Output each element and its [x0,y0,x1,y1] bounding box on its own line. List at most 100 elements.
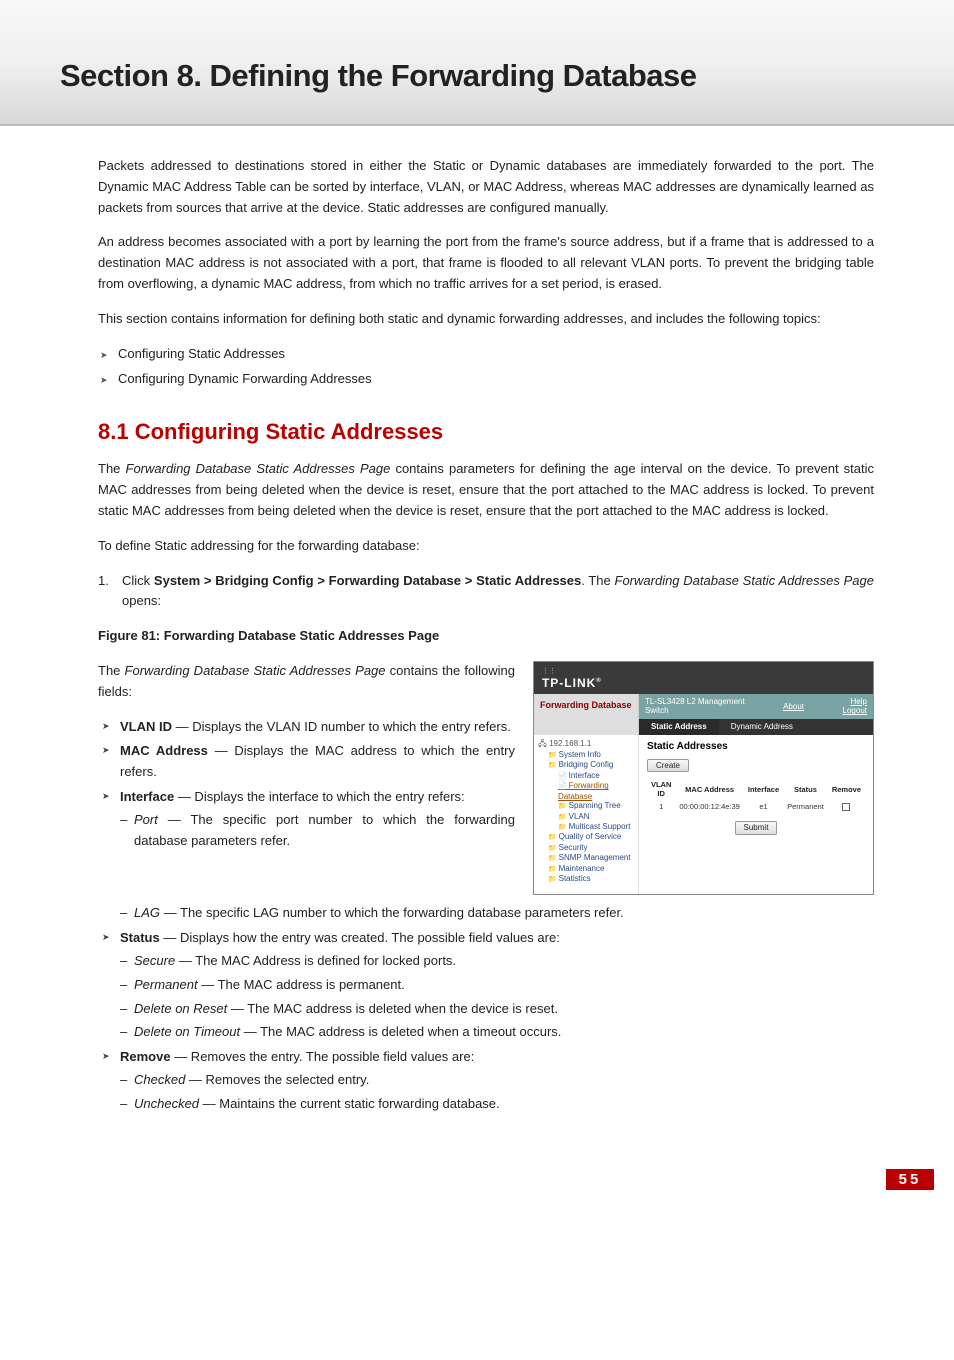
shot-help-link[interactable]: Help [843,697,867,707]
field-mac: MAC Address — Displays the MAC address t… [98,741,515,783]
status-permanent: Permanent — The MAC address is permanent… [120,975,874,996]
shot-table: VLAN ID MAC Address Interface Status Rem… [647,778,865,813]
sub-label: Checked [134,1072,185,1087]
page-content: Packets addressed to destinations stored… [0,126,954,1139]
steps-list: 1. Click System > Bridging Config > Forw… [98,571,874,613]
field-label: MAC Address [120,743,208,758]
shot-create-button[interactable]: Create [647,759,689,773]
text: The [98,461,126,476]
paragraph-1: Packets addressed to destinations stored… [98,156,874,218]
tree-root[interactable]: 🖧 192.168.1.1 [538,739,634,749]
field-remove: Remove — Removes the entry. The possible… [98,1047,874,1114]
shot-nav-tree: 🖧 192.168.1.1 System Info Bridging Confi… [534,735,639,895]
topic-item: Configuring Dynamic Forwarding Addresses [98,369,874,390]
sub-label: Secure [134,953,175,968]
field-label: VLAN ID [120,719,172,734]
tree-security[interactable]: Security [548,843,634,853]
page-ref: Forwarding Database Static Addresses Pag… [615,573,874,588]
sub-label: Delete on Reset [134,1001,227,1016]
shot-tab-static[interactable]: Static Address [639,719,719,735]
field-desc: — Displays the interface to which the en… [174,789,464,804]
field-vlan: VLAN ID — Displays the VLAN ID number to… [98,717,515,738]
shot-main-heading: Static Addresses [647,741,865,753]
tree-forwarding-db[interactable]: Forwarding Database [558,781,634,801]
sub-label: LAG [134,905,160,920]
page-number: 55 [886,1169,934,1190]
cell-iface: e1 [744,800,783,813]
sub-label: Permanent [134,977,198,992]
tree-vlan[interactable]: VLAN [558,812,634,822]
field-interface: Interface — Displays the interface to wh… [98,787,515,851]
tree-qos[interactable]: Quality of Service [548,832,634,842]
shot-sidebar-title: Forwarding Database [534,694,639,735]
status-delete-timeout: Delete on Timeout — The MAC address is d… [120,1022,874,1043]
col-mac: MAC Address [675,778,743,800]
paragraph-2: An address becomes associated with a por… [98,232,874,294]
sub-label: Port [134,812,158,827]
step-1: 1. Click System > Bridging Config > Forw… [98,571,874,613]
shot-tabs: Static Address Dynamic Address [639,719,873,735]
paragraph-4: The Forwarding Database Static Addresses… [98,459,874,521]
col-status: Status [783,778,828,800]
field-interface-cont: LAG — The specific LAG number to which t… [98,903,874,924]
cell-vlan: 1 [647,800,675,813]
table-row: 1 00:00:00:12:4e:39 e1 Permanent [647,800,865,813]
menu-path: System > Bridging Config > Forwarding Da… [154,573,581,588]
tree-multicast[interactable]: Multicast Support [558,822,634,832]
page-ref: Forwarding Database Static Addresses Pag… [125,663,386,678]
tree-spanning[interactable]: Spanning Tree [558,801,634,811]
sub-desc: — The MAC Address is defined for locked … [175,953,456,968]
field-label: Interface [120,789,174,804]
sub-desc: — Removes the selected entry. [185,1072,369,1087]
tree-maintenance[interactable]: Maintenance [548,864,634,874]
col-remove: Remove [828,778,865,800]
col-vlan: VLAN ID [647,778,675,800]
shot-product-line1: TL-SL3428 L2 Management [645,697,745,707]
shot-logout-link[interactable]: Logout [843,706,867,716]
page-ref: Forwarding Database Static Addresses Pag… [126,461,391,476]
status-secure: Secure — The MAC Address is defined for … [120,951,874,972]
topic-list: Configuring Static Addresses Configuring… [98,344,874,391]
cell-remove [828,800,865,813]
shot-logo: TP-LINK® [542,676,865,690]
shot-titlebar: TL-SL3428 L2 Management Switch About Hel… [639,694,873,719]
field-desc: — Displays the VLAN ID number to which t… [172,719,511,734]
figure-caption: Figure 81: Forwarding Database Static Ad… [98,626,874,647]
paragraph-3: This section contains information for de… [98,309,874,330]
tree-statistics[interactable]: Statistics [548,874,634,884]
sub-desc: — The specific LAG number to which the f… [160,905,624,920]
field-label: Status [120,930,160,945]
shot-about-link[interactable]: About [783,702,804,712]
text: opens: [122,593,161,608]
shot-product-line2: Switch [645,706,745,716]
sub-desc: — The MAC address is deleted when a time… [240,1024,561,1039]
shot-submit-button[interactable]: Submit [735,821,778,835]
field-status: Status — Displays how the entry was crea… [98,928,874,1043]
sub-desc: — The MAC address is permanent. [198,977,405,992]
topic-item: Configuring Static Addresses [98,344,874,365]
subsection-heading: 8.1 Configuring Static Addresses [98,414,874,449]
cell-mac: 00:00:00:12:4e:39 [675,800,743,813]
tree-bridging[interactable]: Bridging Config [548,760,634,770]
fields-intro: The Forwarding Database Static Addresses… [98,661,515,703]
remove-checkbox[interactable] [842,803,850,811]
field-list-2: Status — Displays how the entry was crea… [98,928,874,1114]
sub-label: Unchecked [134,1096,199,1111]
text: . The [581,573,614,588]
shot-tab-dynamic[interactable]: Dynamic Address [719,719,805,735]
tree-system-info[interactable]: System Info [548,750,634,760]
text: The [98,663,125,678]
sub-label: Delete on Timeout [134,1024,240,1039]
remove-unchecked: Unchecked — Maintains the current static… [120,1094,874,1115]
shot-main-panel: Static Addresses Create VLAN ID MAC Addr… [639,735,873,895]
field-list: VLAN ID — Displays the VLAN ID number to… [98,717,515,852]
paragraph-5: To define Static addressing for the forw… [98,536,874,557]
shot-dots-icon: ⋮⋮ [542,668,865,676]
sub-desc: — Maintains the current static forwardin… [199,1096,500,1111]
status-delete-reset: Delete on Reset — The MAC address is del… [120,999,874,1020]
col-iface: Interface [744,778,783,800]
tree-interface[interactable]: Interface [558,771,634,781]
tree-snmp[interactable]: SNMP Management [548,853,634,863]
section-banner: Section 8. Defining the Forwarding Datab… [0,0,954,126]
section-title: Section 8. Defining the Forwarding Datab… [60,58,914,94]
